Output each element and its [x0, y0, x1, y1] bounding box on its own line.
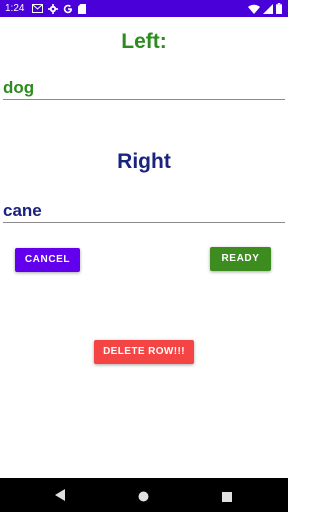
- navigation-bar: [0, 478, 288, 512]
- recents-icon[interactable]: [222, 489, 232, 507]
- cell-signal-icon: [263, 3, 273, 14]
- left-heading: Left:: [121, 30, 167, 53]
- right-word-input[interactable]: [3, 199, 285, 223]
- delete-row-button[interactable]: DELETE ROW!!!: [94, 340, 194, 364]
- mail-icon: [32, 4, 43, 13]
- home-icon[interactable]: [138, 489, 149, 507]
- google-icon: [63, 4, 73, 14]
- status-right-icons: [248, 3, 282, 14]
- ready-button[interactable]: READY: [210, 247, 271, 271]
- battery-icon: [276, 3, 282, 14]
- left-word-input[interactable]: [3, 76, 285, 100]
- right-heading: Right: [117, 150, 171, 173]
- back-icon[interactable]: [54, 488, 66, 506]
- sd-card-icon: [78, 3, 86, 14]
- wifi-icon: [248, 4, 260, 14]
- settings-icon: [48, 3, 58, 14]
- cancel-button[interactable]: CANCEL: [15, 248, 80, 272]
- status-bar: 1:24: [0, 0, 288, 17]
- status-time: 1:24: [5, 3, 25, 14]
- status-left-icons: [32, 3, 86, 14]
